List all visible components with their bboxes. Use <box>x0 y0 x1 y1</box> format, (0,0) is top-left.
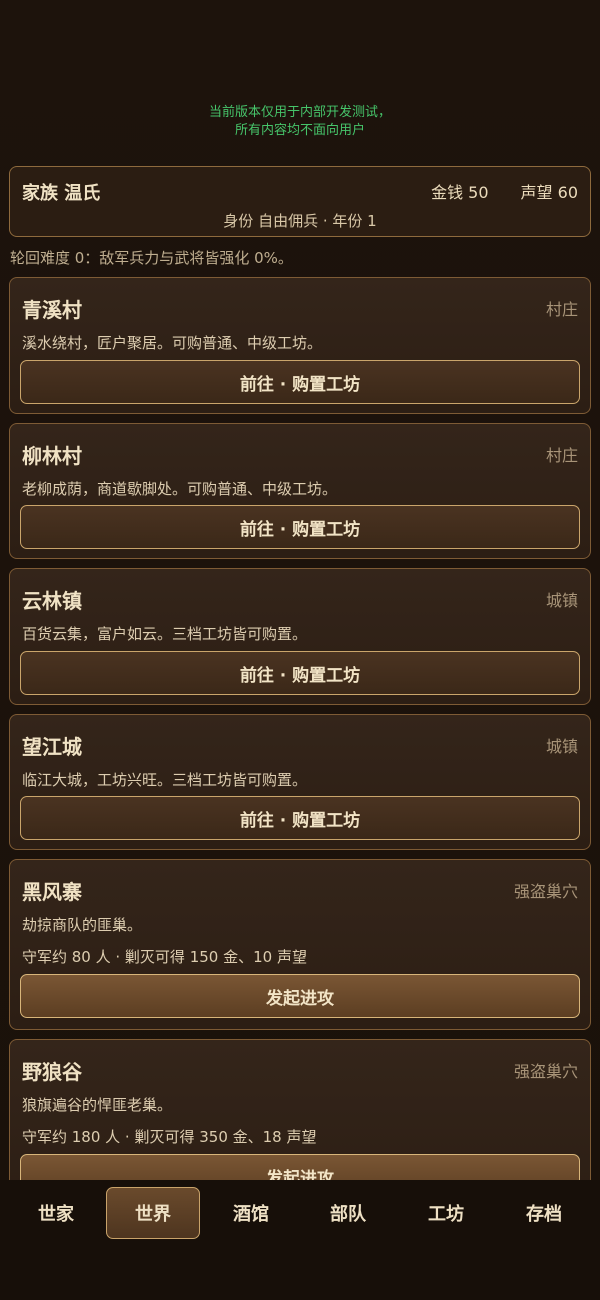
family-status-card: 家族 温氏 金钱 50 声望 60 身份 自由佣兵 · 年份 1 <box>9 166 591 237</box>
garrison-reward: 守军约 80 人 · 剿灭可得 150 金、10 声望 <box>22 948 307 966</box>
location-name: 望江城 <box>22 735 82 759</box>
location-desc: 百货云集，富户如云。三档工坊皆可购置。 <box>22 625 308 643</box>
location-desc: 劫掠商队的匪巢。 <box>22 916 143 934</box>
location-type: 村庄 <box>545 446 578 465</box>
tab-troops[interactable]: 部队 <box>301 1187 395 1239</box>
location-name: 野狼谷 <box>22 1060 82 1084</box>
attack-button[interactable]: 发起进攻 <box>20 1154 580 1180</box>
location-desc: 临江大城，工坊兴旺。三档工坊皆可购置。 <box>22 771 308 789</box>
location-desc: 老柳成荫，商道歇脚处。可购普通、中级工坊。 <box>22 480 338 498</box>
resource-stats: 金钱 50 声望 60 <box>399 179 578 203</box>
tab-family[interactable]: 世家 <box>9 1187 103 1239</box>
location-name: 柳林村 <box>22 444 82 468</box>
location-type: 强盗巢穴 <box>513 882 578 901</box>
bottom-tab-bar: 世家 世界 酒馆 部队 工坊 存档 <box>0 1180 600 1300</box>
travel-buy-workshop-button[interactable]: 前往 · 购置工坊 <box>20 360 580 404</box>
dev-notice-line2: 所有内容均不面向用户 <box>234 123 365 138</box>
location-name: 云林镇 <box>22 589 82 613</box>
travel-buy-workshop-button[interactable]: 前往 · 购置工坊 <box>20 796 580 840</box>
dev-notice-line1: 当前版本仅用于内部开发测试， <box>208 105 391 120</box>
location-card: 望江城 城镇 临江大城，工坊兴旺。三档工坊皆可购置。 前往 · 购置工坊 <box>9 714 591 850</box>
location-desc: 狼旗遍谷的悍匪老巢。 <box>22 1096 173 1114</box>
money-value: 金钱 50 <box>431 183 489 202</box>
dev-notice: 当前版本仅用于内部开发测试， 所有内容均不面向用户 <box>0 104 600 140</box>
travel-buy-workshop-button[interactable]: 前往 · 购置工坊 <box>20 505 580 549</box>
attack-button[interactable]: 发起进攻 <box>20 974 580 1018</box>
tab-tavern[interactable]: 酒馆 <box>204 1187 298 1239</box>
location-name: 黑风寨 <box>22 880 82 904</box>
location-type: 城镇 <box>545 591 578 610</box>
location-card: 柳林村 村庄 老柳成荫，商道歇脚处。可购普通、中级工坊。 前往 · 购置工坊 <box>9 423 591 559</box>
location-type: 强盗巢穴 <box>513 1062 578 1081</box>
location-name: 青溪村 <box>22 298 82 322</box>
location-type: 村庄 <box>545 300 578 319</box>
difficulty-text: 轮回难度 0：敌军兵力与武将皆强化 0%。 <box>10 249 293 267</box>
location-card: 青溪村 村庄 溪水绕村，匠户聚居。可购普通、中级工坊。 前往 · 购置工坊 <box>9 277 591 414</box>
tab-world[interactable]: 世界 <box>106 1187 200 1239</box>
bandit-lair-card: 野狼谷 强盗巢穴 狼旗遍谷的悍匪老巢。 守军约 180 人 · 剿灭可得 350… <box>9 1039 591 1180</box>
reputation-value: 声望 60 <box>520 183 578 202</box>
family-name: 家族 温氏 <box>22 183 101 204</box>
tab-workshop[interactable]: 工坊 <box>399 1187 493 1239</box>
location-type: 城镇 <box>545 737 578 756</box>
identity-year: 身份 自由佣兵 · 年份 1 <box>223 212 377 230</box>
garrison-reward: 守军约 180 人 · 剿灭可得 350 金、18 声望 <box>22 1128 317 1146</box>
bandit-lair-card: 黑风寨 强盗巢穴 劫掠商队的匪巢。 守军约 80 人 · 剿灭可得 150 金、… <box>9 859 591 1030</box>
location-desc: 溪水绕村，匠户聚居。可购普通、中级工坊。 <box>22 334 323 352</box>
location-list[interactable]: 青溪村 村庄 溪水绕村，匠户聚居。可购普通、中级工坊。 前往 · 购置工坊 柳林… <box>9 277 591 1180</box>
app-root: 当前版本仅用于内部开发测试， 所有内容均不面向用户 家族 温氏 金钱 50 声望 … <box>0 0 600 1300</box>
tab-save[interactable]: 存档 <box>497 1187 591 1239</box>
location-card: 云林镇 城镇 百货云集，富户如云。三档工坊皆可购置。 前往 · 购置工坊 <box>9 568 591 705</box>
travel-buy-workshop-button[interactable]: 前往 · 购置工坊 <box>20 651 580 695</box>
